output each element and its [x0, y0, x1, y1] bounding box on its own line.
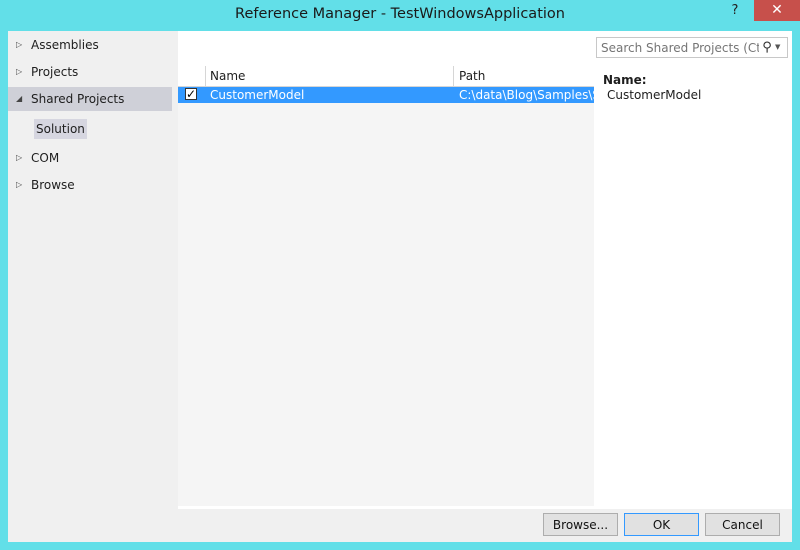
- row-path: C:\data\Blog\Samples\Sh: [459, 88, 594, 102]
- sidebar-subitem-solution[interactable]: Solution: [34, 119, 87, 139]
- window-title: Reference Manager - TestWindowsApplicati…: [235, 6, 565, 22]
- expand-arrow-icon: ▷: [16, 153, 23, 162]
- expand-arrow-icon: ▷: [16, 180, 23, 189]
- row-name: CustomerModel: [210, 88, 305, 102]
- dialog-footer: Browse... OK Cancel: [8, 509, 792, 542]
- sidebar-item-label: Assemblies: [31, 38, 99, 52]
- help-button[interactable]: ?: [722, 0, 748, 22]
- sidebar-item-label: COM: [31, 151, 60, 165]
- row-checkbox[interactable]: ✓: [185, 88, 197, 100]
- expand-arrow-icon: ▷: [16, 40, 23, 49]
- cancel-button[interactable]: Cancel: [705, 513, 780, 536]
- reference-manager-window: Reference Manager - TestWindowsApplicati…: [0, 0, 800, 550]
- sidebar-item-com[interactable]: ▷ COM: [8, 146, 172, 170]
- sidebar-item-browse[interactable]: ▷ Browse: [8, 173, 172, 197]
- browse-button[interactable]: Browse...: [543, 513, 618, 536]
- dialog-client-area: ▷ Assemblies ▷ Projects ◢ Shared Project…: [8, 31, 792, 542]
- column-header-name[interactable]: Name: [206, 66, 454, 86]
- sidebar-item-projects[interactable]: ▷ Projects: [8, 60, 172, 84]
- search-icon[interactable]: ⚲: [759, 39, 775, 56]
- column-header-check[interactable]: [178, 66, 206, 86]
- sidebar-item-assemblies[interactable]: ▷ Assemblies: [8, 33, 172, 57]
- reference-grid: Name Path ✓ CustomerModel C:\data\Blog\S…: [178, 66, 594, 535]
- sidebar-item-label: Projects: [31, 65, 79, 79]
- title-bar: Reference Manager - TestWindowsApplicati…: [0, 0, 800, 32]
- sidebar: ▷ Assemblies ▷ Projects ◢ Shared Project…: [8, 31, 178, 509]
- search-box[interactable]: ⚲ ▼: [596, 37, 788, 58]
- search-input[interactable]: [601, 39, 759, 56]
- expand-arrow-icon: ▷: [16, 67, 23, 76]
- ok-button[interactable]: OK: [624, 513, 699, 536]
- chevron-down-icon[interactable]: ▼: [775, 39, 785, 56]
- collapse-arrow-icon: ◢: [16, 94, 23, 103]
- column-header-path[interactable]: Path: [455, 66, 594, 86]
- sidebar-item-label: Shared Projects: [31, 92, 125, 106]
- detail-name-value: CustomerModel: [607, 88, 702, 102]
- sidebar-item-shared-projects[interactable]: ◢ Shared Projects: [8, 87, 172, 111]
- detail-name-label: Name:: [603, 73, 647, 87]
- close-button[interactable]: ✕: [754, 0, 800, 21]
- table-row[interactable]: ✓ CustomerModel C:\data\Blog\Samples\Sh: [178, 87, 594, 103]
- sidebar-item-label: Browse: [31, 178, 75, 192]
- grid-header: Name Path: [178, 66, 594, 87]
